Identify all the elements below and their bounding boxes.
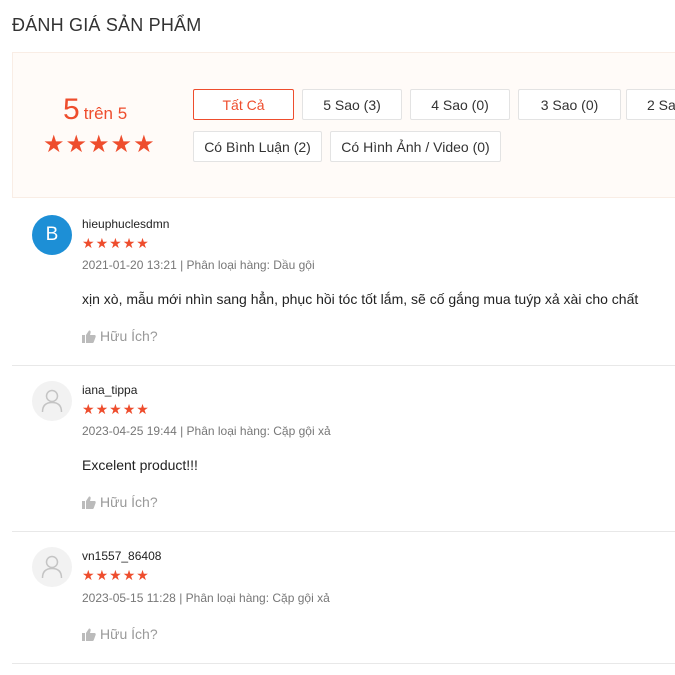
helpful-button[interactable]: Hữu Ích? bbox=[82, 626, 158, 642]
rating-score: 5 trên 5 bbox=[63, 93, 127, 127]
star-icon: ★ bbox=[95, 401, 109, 417]
rating-overview: 5 trên 5 ★ ★ ★ ★ ★ Tất Cả 5 Sao (3) 4 Sao (0)… bbox=[12, 52, 675, 198]
filter-all[interactable]: Tất Cả bbox=[193, 89, 294, 120]
helpful-label: Hữu Ích? bbox=[100, 328, 158, 344]
helpful-label: Hữu Ích? bbox=[100, 494, 158, 510]
thumbs-up-icon bbox=[82, 330, 96, 343]
review-item: vn1557_86408 ★ ★ ★ ★ ★ 2023-05-15 11:28 | Ph… bbox=[12, 531, 675, 664]
user-icon bbox=[41, 555, 63, 579]
filter-with-comment[interactable]: Có Bình Luận (2) bbox=[193, 131, 322, 162]
star-icon: ★ bbox=[136, 567, 149, 583]
helpful-button[interactable]: Hữu Ích? bbox=[82, 494, 158, 510]
star-icon: ★ bbox=[109, 401, 122, 417]
review-stars: ★ ★ ★ ★ ★ bbox=[82, 402, 149, 416]
filter-with-media[interactable]: Có Hình Ảnh / Video (0) bbox=[330, 131, 501, 162]
review-content: xịn xò, mẫu mới nhìn sang hẳn, phục hồi … bbox=[82, 291, 639, 307]
star-icon: ★ bbox=[43, 131, 65, 158]
score-value: 5 bbox=[63, 93, 80, 126]
review-meta: 2023-05-15 11:28 | Phân loại hàng: Cặp g… bbox=[82, 591, 330, 605]
user-icon bbox=[41, 389, 63, 413]
star-icon: ★ bbox=[88, 131, 110, 158]
filter-2-star[interactable]: 2 Sa bbox=[626, 89, 675, 120]
star-icon: ★ bbox=[95, 235, 109, 251]
review-stars: ★ ★ ★ ★ ★ bbox=[82, 568, 149, 582]
star-icon: ★ bbox=[82, 567, 95, 583]
filter-3-star[interactable]: 3 Sao (0) bbox=[518, 89, 621, 120]
score-out-of: trên 5 bbox=[83, 104, 128, 123]
rating-stars: ★ ★ ★ ★ ★ bbox=[43, 133, 155, 157]
star-icon: ★ bbox=[109, 567, 122, 583]
review-content: Excelent product!!! bbox=[82, 457, 198, 473]
helpful-label: Hữu Ích? bbox=[100, 626, 158, 642]
review-item: B hieuphuclesdmn ★ ★ ★ ★ ★ 2021-01-20 13:21 … bbox=[12, 199, 675, 366]
star-icon: ★ bbox=[122, 401, 136, 417]
thumbs-up-icon bbox=[82, 628, 96, 641]
review-item: iana_tippa ★ ★ ★ ★ ★ 2023-04-25 19:44 | Phân… bbox=[12, 365, 675, 532]
star-icon: ★ bbox=[136, 401, 149, 417]
review-meta: 2023-04-25 19:44 | Phân loại hàng: Cặp g… bbox=[82, 424, 331, 438]
star-icon: ★ bbox=[65, 131, 88, 158]
avatar[interactable]: B bbox=[32, 215, 72, 255]
star-icon: ★ bbox=[133, 131, 155, 158]
star-icon: ★ bbox=[122, 235, 136, 251]
section-title: ĐÁNH GIÁ SẢN PHẨM bbox=[12, 15, 202, 35]
star-icon: ★ bbox=[95, 567, 109, 583]
star-icon: ★ bbox=[110, 131, 133, 158]
star-icon: ★ bbox=[82, 235, 95, 251]
star-icon: ★ bbox=[136, 235, 149, 251]
review-username[interactable]: iana_tippa bbox=[82, 383, 137, 397]
star-icon: ★ bbox=[82, 401, 95, 417]
review-stars: ★ ★ ★ ★ ★ bbox=[82, 236, 149, 250]
review-username[interactable]: vn1557_86408 bbox=[82, 549, 161, 563]
star-icon: ★ bbox=[122, 567, 136, 583]
avatar[interactable] bbox=[32, 381, 72, 421]
filter-4-star[interactable]: 4 Sao (0) bbox=[410, 89, 510, 120]
thumbs-up-icon bbox=[82, 496, 96, 509]
helpful-button[interactable]: Hữu Ích? bbox=[82, 328, 158, 344]
filter-5-star[interactable]: 5 Sao (3) bbox=[302, 89, 402, 120]
review-username[interactable]: hieuphuclesdmn bbox=[82, 217, 169, 231]
avatar[interactable] bbox=[32, 547, 72, 587]
star-icon: ★ bbox=[109, 235, 122, 251]
review-meta: 2021-01-20 13:21 | Phân loại hàng: Dầu g… bbox=[82, 258, 315, 272]
